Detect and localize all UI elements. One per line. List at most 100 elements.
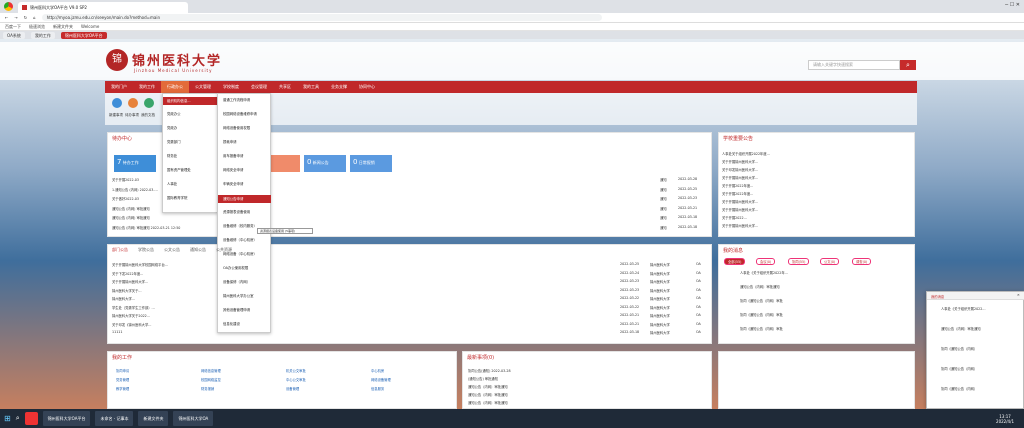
taskbar-item[interactable]: 新建文件夹: [138, 411, 169, 426]
dropdown-item[interactable]: 国际教育学院: [167, 195, 187, 200]
menu-item[interactable]: 业务支撑: [325, 81, 353, 93]
public-tab[interactable]: 公文公告: [164, 247, 180, 253]
window-controls[interactable]: ─ ☐ ✕: [1005, 2, 1020, 8]
message-row[interactable]: 协同《通知公告（内网）审批: [740, 298, 783, 303]
public-row-title[interactable]: 关于印发《锦州医科大学...: [112, 322, 151, 327]
submenu-item[interactable]: 设备保修（内网）: [223, 279, 250, 284]
search-icon[interactable]: ⌕: [900, 60, 916, 70]
menu-item[interactable]: 协同中心: [353, 81, 381, 93]
public-row-title[interactable]: 关于开展锦州医科大学校园网络平台...: [112, 262, 168, 267]
search-icon[interactable]: ⌕: [16, 414, 20, 423]
work-item[interactable]: 网络信息管理: [201, 368, 221, 373]
taskbar-item[interactable]: 未命名 - 记事本: [95, 411, 134, 426]
home-icon[interactable]: ⌂: [33, 15, 36, 20]
quick-todo-icon[interactable]: [128, 98, 138, 108]
submenu-item[interactable]: 网络安全申请: [223, 167, 243, 172]
page-tab[interactable]: 我的工作: [30, 31, 55, 39]
menu-item[interactable]: 我的门户: [105, 81, 133, 93]
public-tab[interactable]: 通知公告: [190, 247, 206, 253]
dropdown-item[interactable]: 国有资产管理处: [167, 167, 191, 172]
submenu-item[interactable]: 用车报备申请: [223, 153, 243, 158]
submenu-item[interactable]: 设备维修（校内服务）: [223, 223, 257, 228]
menu-item-active[interactable]: 行政办公: [161, 81, 189, 93]
popup-item[interactable]: 协同《通知公告（内网）: [941, 366, 977, 371]
event-row[interactable]: 通知公告（内网）审批通知: [468, 384, 508, 389]
news-row[interactable]: 人事处关于组织开展2022年度...: [722, 151, 770, 156]
quick-new-icon[interactable]: [112, 98, 122, 108]
work-item[interactable]: 中心公文审批: [286, 377, 306, 382]
bookmark-item[interactable]: 新建文件夹: [53, 24, 73, 30]
browser-logo-icon[interactable]: [4, 2, 13, 11]
bookmark-item[interactable]: 极速浏览: [29, 24, 45, 30]
message-tab[interactable]: 公文(0): [820, 258, 840, 265]
menu-item[interactable]: 我的工作: [133, 81, 161, 93]
work-item[interactable]: 网络设备管理: [371, 377, 391, 382]
close-icon[interactable]: ✕: [1017, 293, 1020, 297]
submenu-item[interactable]: 锦州医科大学办公室: [223, 293, 254, 298]
public-row-title[interactable]: 11111: [112, 330, 123, 334]
public-row-title[interactable]: 关于开展锦州医科大学...: [112, 279, 148, 284]
todo-row-title[interactable]: 关于开展2022-03: [112, 177, 139, 182]
search-input[interactable]: 请输入关键字快速搜索: [808, 60, 900, 70]
submenu-item[interactable]: 通知公告申请: [218, 195, 271, 203]
todo-row-title[interactable]: 通知公告 (内网) 审批通知: [112, 206, 150, 211]
news-row[interactable]: 关于开展锦州医科大学...: [722, 199, 758, 204]
submenu-item[interactable]: 资源报表设备使用: [223, 209, 250, 214]
public-row-title[interactable]: 锦州医科大学关于2022...: [112, 313, 150, 318]
message-row[interactable]: 协同《通知公告（内网）审批: [740, 312, 783, 317]
address-bar[interactable]: http://myoa.jzmu.edu.cn/seeyon/main.do?m…: [41, 14, 602, 21]
taskbar-item[interactable]: 锦州医科大学OA: [173, 411, 214, 426]
submenu-item[interactable]: OA办公使用权限: [223, 265, 248, 270]
event-row[interactable]: (通知公告) 审批通知: [468, 376, 498, 381]
work-item[interactable]: 信息服务: [371, 386, 384, 391]
event-row[interactable]: 通知公告（内网）审批通知: [468, 392, 508, 397]
submenu-item[interactable]: 其他设备管理申请: [223, 307, 250, 312]
message-tab[interactable]: 会议(0): [756, 258, 776, 265]
bookmark-item[interactable]: 百度一下: [5, 24, 21, 30]
taskbar-item[interactable]: 锦州医科大学OA平台: [42, 411, 91, 426]
todo-tile[interactable]: [270, 155, 300, 172]
browser-tab[interactable]: 锦州医科大学OA平台 V9.0 SP2: [18, 2, 188, 13]
menu-item[interactable]: 公文管理: [189, 81, 217, 93]
page-tab[interactable]: OA系统: [3, 31, 25, 39]
menu-item[interactable]: 学校制度: [217, 81, 245, 93]
todo-row-title[interactable]: 通知公告 (内网) 审批通知 2022-03-21 12:50: [112, 225, 180, 230]
message-tab[interactable]: 协同(55): [788, 258, 810, 265]
forward-icon[interactable]: →: [14, 15, 17, 20]
menu-item[interactable]: 会议管理: [245, 81, 273, 93]
work-item[interactable]: 校园网络监控: [201, 377, 221, 382]
public-row-title[interactable]: 锦州医科大学关于...: [112, 288, 142, 293]
message-row[interactable]: 协同《通知公告（内网）审批: [740, 326, 783, 331]
todo-row-title[interactable]: 1.通知公告 (内网) 2022-03-...: [112, 187, 158, 192]
message-row[interactable]: 人事处《关于组织开展2022年...: [740, 270, 788, 275]
news-row[interactable]: 关于开展2022...: [722, 215, 747, 220]
back-icon[interactable]: ←: [5, 15, 8, 20]
public-tab[interactable]: 公共资源: [216, 247, 232, 253]
work-item[interactable]: 党务管理: [116, 377, 129, 382]
public-tab[interactable]: 学院公告: [138, 247, 154, 253]
windows-start-icon[interactable]: ⊞: [4, 414, 11, 423]
todo-tile[interactable]: 7 待办工作: [114, 155, 156, 172]
public-row-title[interactable]: 锦州医科大学...: [112, 296, 135, 301]
taskbar-app-icon[interactable]: [24, 412, 38, 425]
quick-doc-icon[interactable]: [144, 98, 154, 108]
work-item[interactable]: 财务报销: [201, 386, 214, 391]
dropdown-item[interactable]: 组织机构信息...: [163, 97, 218, 105]
menu-item[interactable]: 共享区: [273, 81, 297, 93]
todo-tile[interactable]: 0 新闻公告: [304, 155, 346, 172]
popup-item[interactable]: 通知公告（内网）审批通知: [941, 326, 981, 331]
clock[interactable]: 13:17 2022/4/1: [996, 414, 1024, 424]
submenu-item[interactable]: 网络设备使用权限: [223, 125, 250, 130]
submenu-item[interactable]: 信息化建设: [223, 321, 240, 326]
submenu-item[interactable]: 校园网络设备维修申请: [223, 111, 257, 116]
submenu-item[interactable]: 普通工作流程申请: [223, 97, 250, 102]
news-row[interactable]: 关于开展锦州医科大学...: [722, 223, 758, 228]
todo-row-title[interactable]: 关于做好2022-03: [112, 196, 139, 201]
work-item[interactable]: 机关公文审批: [286, 368, 306, 373]
submenu-item[interactable]: 损耗申请: [223, 139, 237, 144]
dropdown-item[interactable]: 党委部门: [167, 139, 181, 144]
event-row[interactable]: 通知公告（内网）审批通知: [468, 400, 508, 405]
bookmark-item[interactable]: Welcome: [81, 24, 99, 29]
page-tab-active[interactable]: 锦州医科大学OA平台: [60, 31, 107, 39]
work-item[interactable]: 中心机房: [371, 368, 384, 373]
